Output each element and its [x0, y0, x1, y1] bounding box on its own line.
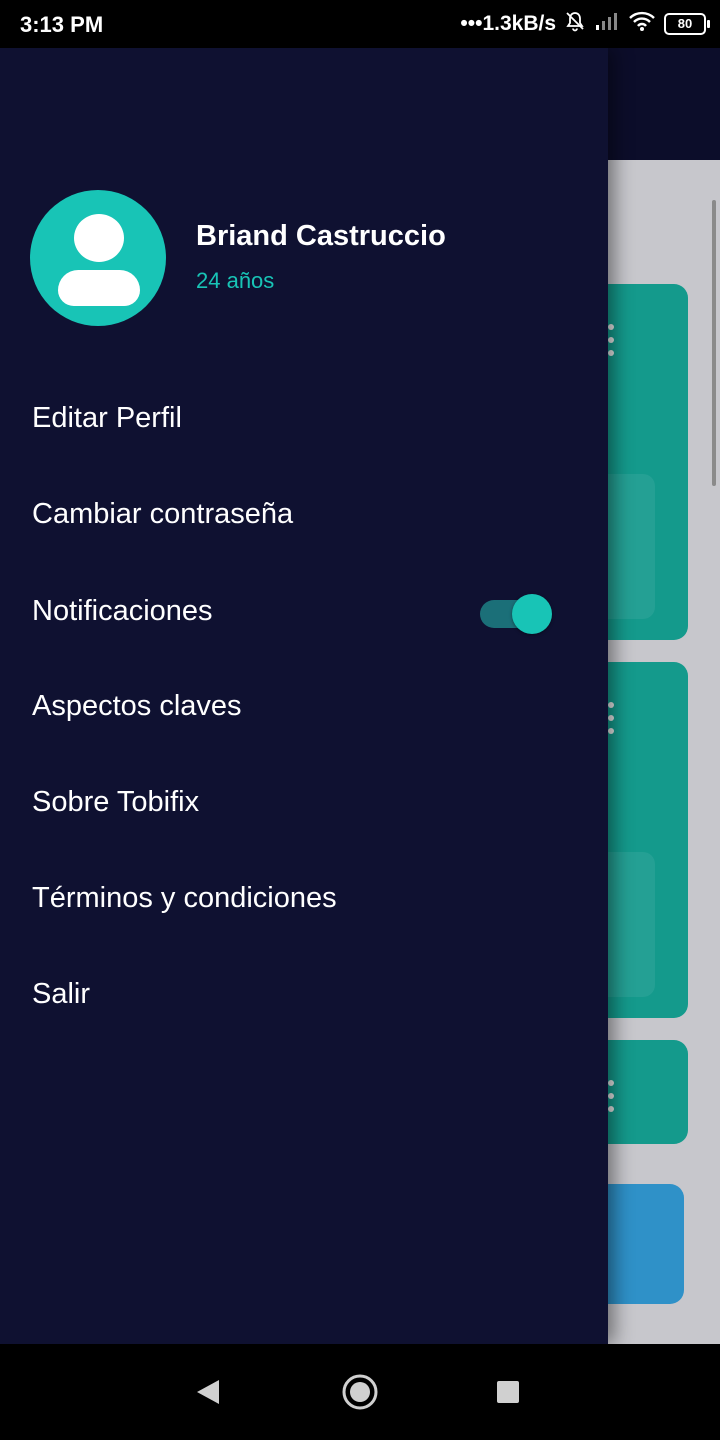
recents-icon[interactable]: [488, 1372, 528, 1412]
status-icons: •••1.3kB/s 80: [460, 10, 710, 38]
menu-item-logout[interactable]: Salir: [32, 978, 90, 1011]
network-speed: •••1.3kB/s: [460, 12, 556, 35]
user-age: 24 años: [196, 268, 275, 293]
navigation-bar: [0, 1344, 720, 1440]
back-icon[interactable]: [188, 1372, 228, 1412]
more-options-icon[interactable]: [608, 324, 614, 356]
status-time: 3:13 PM: [20, 12, 104, 37]
signal-icon: [594, 11, 620, 37]
more-options-icon[interactable]: [608, 702, 614, 734]
bell-muted-icon: [564, 10, 586, 38]
menu-item-key-aspects[interactable]: Aspectos claves: [32, 690, 242, 723]
home-icon[interactable]: [340, 1372, 380, 1412]
user-name: Briand Castruccio: [196, 220, 446, 252]
notifications-toggle[interactable]: [480, 594, 552, 634]
wifi-icon: [628, 10, 656, 38]
menu-item-edit-profile[interactable]: Editar Perfil: [32, 402, 182, 435]
menu-item-terms[interactable]: Términos y condiciones: [32, 882, 337, 915]
person-avatar-icon[interactable]: [30, 190, 166, 326]
status-bar: 3:13 PM •••1.3kB/s 80: [0, 0, 720, 48]
navigation-drawer: Briand Castruccio 24 años Editar Perfil …: [0, 48, 608, 1344]
more-options-icon[interactable]: [608, 1080, 614, 1112]
battery-icon: 80: [664, 13, 710, 35]
menu-item-about[interactable]: Sobre Tobifix: [32, 786, 199, 819]
scrollbar: [712, 200, 716, 486]
menu-item-change-password[interactable]: Cambiar contraseña: [32, 498, 293, 531]
menu-item-notifications[interactable]: Notificaciones: [32, 595, 213, 628]
